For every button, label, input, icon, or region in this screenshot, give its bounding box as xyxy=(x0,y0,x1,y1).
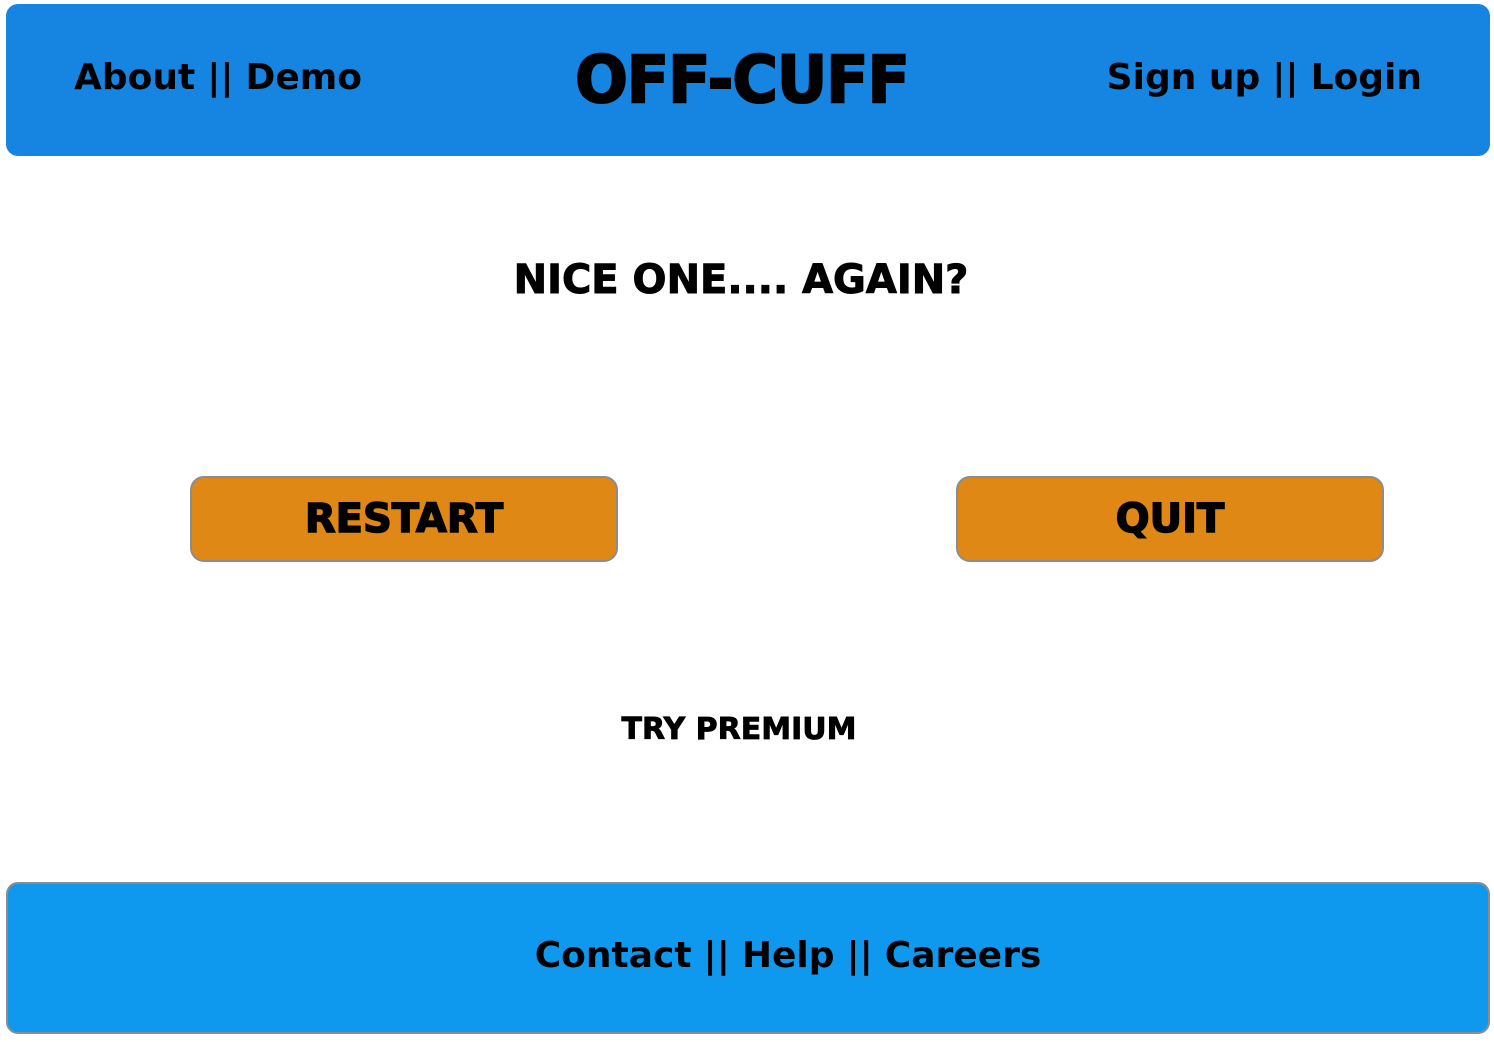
login-link[interactable]: Login xyxy=(1311,57,1422,98)
footer-links: Contact || Help || Careers xyxy=(48,934,1494,978)
nav-right: Sign up || Login xyxy=(1107,56,1422,100)
restart-button[interactable]: RESTART xyxy=(190,476,618,562)
careers-link[interactable]: Careers xyxy=(885,935,1041,976)
footer-separator: || xyxy=(703,935,730,976)
quit-button[interactable]: QUIT xyxy=(956,476,1384,562)
contact-link[interactable]: Contact xyxy=(535,935,692,976)
header-bar: About || Demo OFF-CUFF Sign up || Login xyxy=(6,4,1490,156)
page: About || Demo OFF-CUFF Sign up || Login NICE… xyxy=(0,0,1494,1042)
help-link[interactable]: Help xyxy=(742,935,835,976)
signup-link[interactable]: Sign up xyxy=(1107,57,1261,98)
footer-separator: || xyxy=(846,935,873,976)
result-headline: NICE ONE.... AGAIN? xyxy=(513,257,969,304)
nav-separator: || xyxy=(1272,57,1299,98)
footer-bar: Contact || Help || Careers xyxy=(6,882,1490,1034)
try-premium-link[interactable]: TRY PREMIUM xyxy=(0,710,1486,750)
